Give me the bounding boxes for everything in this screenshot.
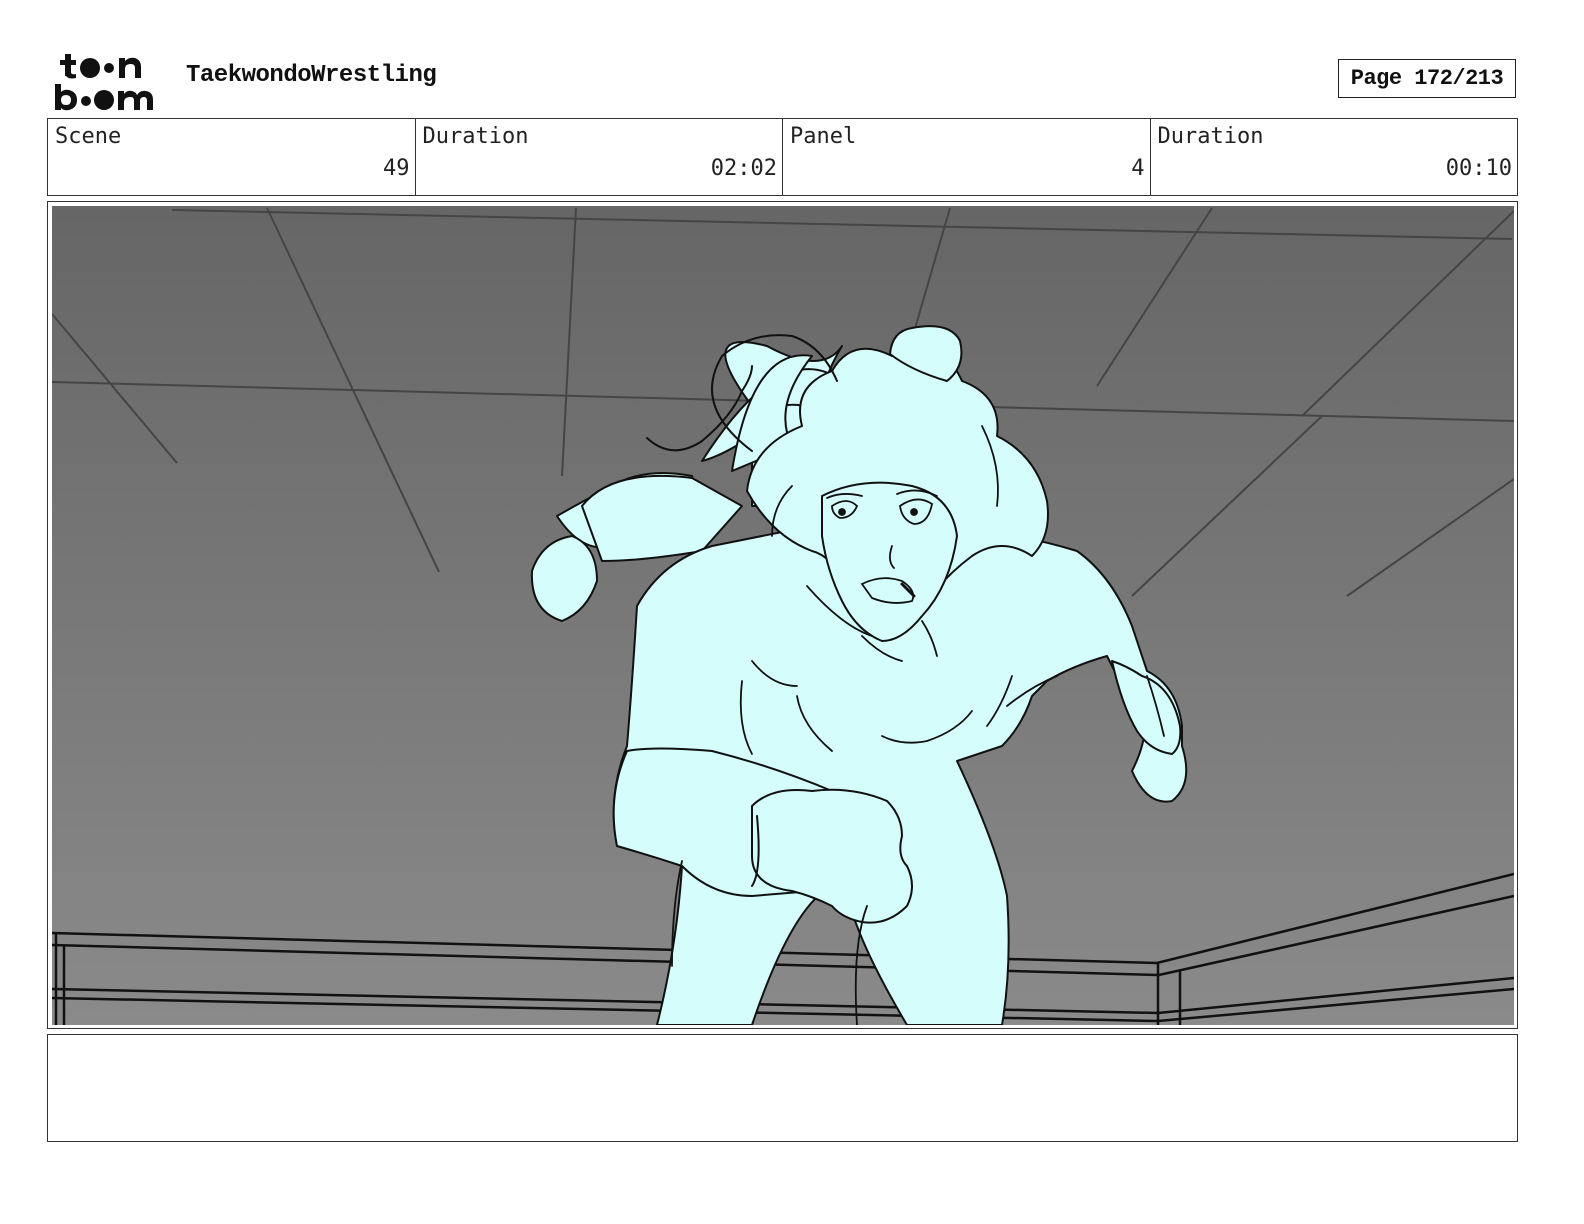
panel-duration-value: 00:10 bbox=[1445, 156, 1512, 181]
panel-duration-cell: Duration 00:10 bbox=[1151, 119, 1518, 195]
scene-info-row: Scene 49 Duration 02:02 Panel 4 Duration… bbox=[47, 118, 1518, 196]
scene-duration-cell: Duration 02:02 bbox=[416, 119, 783, 195]
project-title: TaekwondoWrestling bbox=[186, 62, 437, 89]
scene-value: 49 bbox=[383, 156, 410, 181]
panel-cell: Panel 4 bbox=[783, 119, 1151, 195]
toon-boom-logo bbox=[55, 54, 153, 111]
panel-value: 4 bbox=[1131, 156, 1145, 181]
page-indicator: Page 172/213 bbox=[1338, 59, 1516, 98]
panel-duration-label: Duration bbox=[1157, 124, 1264, 149]
scene-duration-label: Duration bbox=[422, 124, 529, 149]
storyboard-drawing bbox=[52, 206, 1514, 1025]
scene-label: Scene bbox=[55, 124, 122, 149]
panel-label: Panel bbox=[790, 124, 857, 149]
panel-notes bbox=[47, 1034, 1518, 1142]
scene-duration-value: 02:02 bbox=[710, 156, 777, 181]
scene-cell: Scene 49 bbox=[48, 119, 416, 195]
